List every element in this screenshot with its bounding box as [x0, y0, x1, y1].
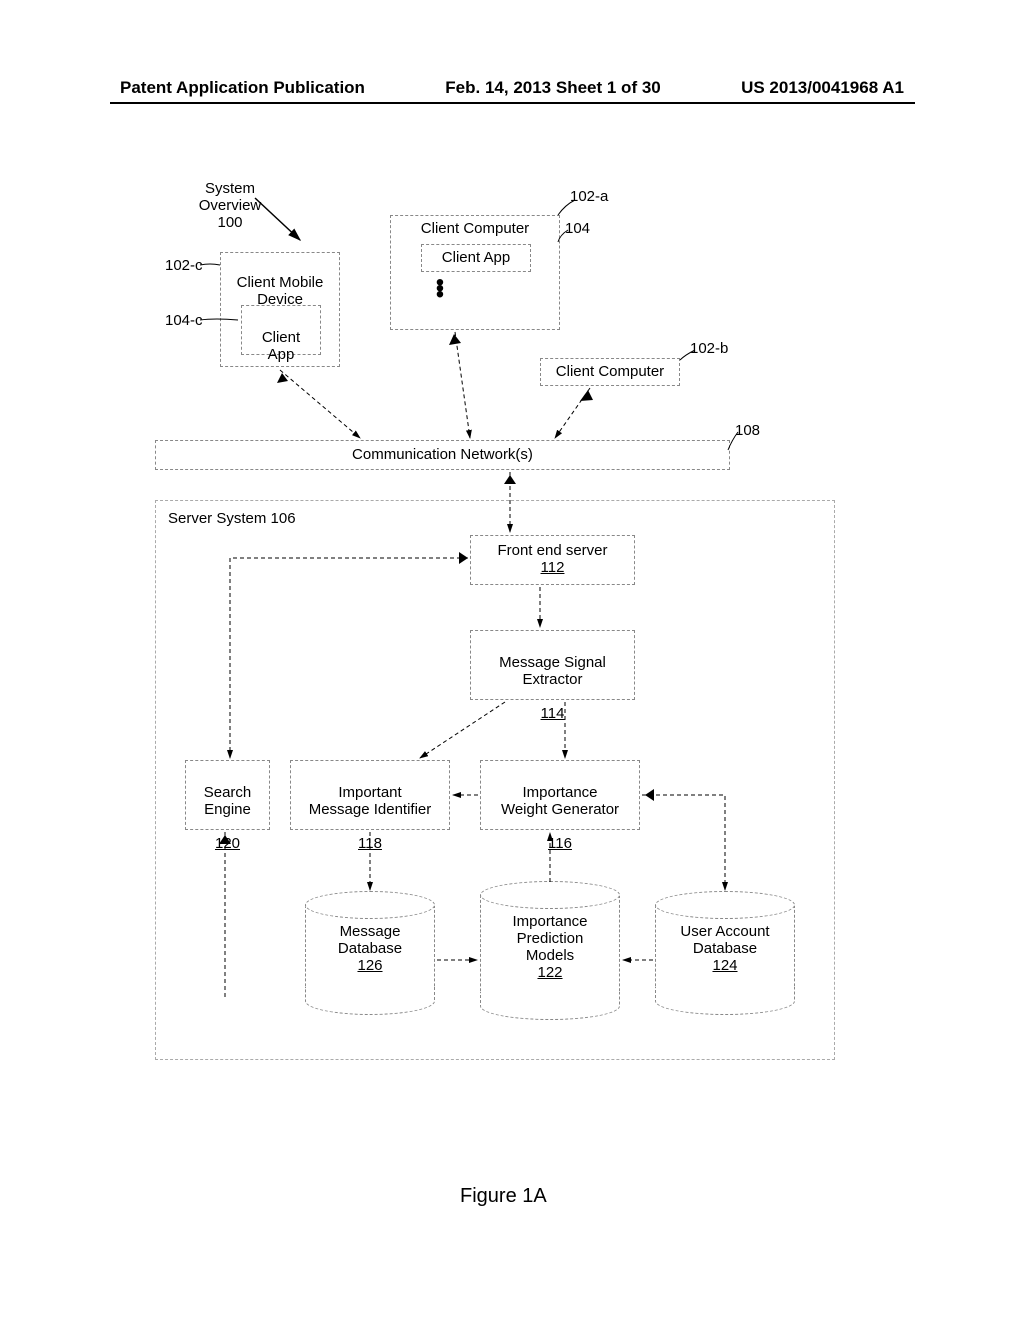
- ref-104: 104: [565, 220, 590, 237]
- front-end-box: Front end server 112: [470, 535, 635, 585]
- search-engine-box: Search Engine 120: [185, 760, 270, 830]
- system-overview-label: System Overview 100: [185, 180, 275, 231]
- client-computer-a-label: Client Computer: [421, 220, 529, 237]
- user-db-label: User Account Database: [655, 923, 795, 957]
- msg-extractor-label: Message Signal Extractor: [499, 654, 606, 688]
- header-right: US 2013/0041968 A1: [741, 78, 904, 98]
- front-end-num: 112: [541, 559, 565, 576]
- pred-models-num: 122: [480, 964, 620, 981]
- client-mobile-device-label: Client Mobile Device: [237, 274, 324, 308]
- ref-102a: 102-a: [570, 188, 608, 205]
- comm-network-label: Communication Network(s): [352, 446, 533, 463]
- pred-models-label: Importance Prediction Models: [480, 913, 620, 964]
- page-header: Patent Application Publication Feb. 14, …: [0, 78, 1024, 98]
- client-app-a-box: Client App: [421, 244, 531, 272]
- msg-db-cyl: Message Database 126: [305, 905, 435, 1015]
- msg-db-num: 126: [305, 957, 435, 974]
- msg-extractor-box: Message Signal Extractor 114: [470, 630, 635, 700]
- search-engine-label: Search Engine: [204, 784, 252, 818]
- user-db-num: 124: [655, 957, 795, 974]
- important-id-num: 118: [358, 835, 382, 852]
- client-app-a-label: Client App: [442, 249, 510, 266]
- ref-108: 108: [735, 422, 760, 439]
- weight-gen-num: 116: [548, 835, 572, 852]
- server-system-label: Server System 106: [168, 510, 296, 527]
- figure-caption: Figure 1A: [460, 1185, 547, 1208]
- comm-network-box: Communication Network(s): [155, 440, 730, 470]
- client-computer-b-label: Client Computer: [556, 363, 664, 380]
- client-app-inner-box: Client App: [241, 305, 321, 355]
- weight-gen-box: Importance Weight Generator 116: [480, 760, 640, 830]
- diagram-canvas: System Overview 100 102-a 104 102-c 104-…: [110, 160, 915, 1180]
- pred-models-cyl: Importance Prediction Models 122: [480, 895, 620, 1020]
- msg-extractor-num: 114: [541, 705, 565, 722]
- ellipsis-icon: •••: [435, 280, 445, 298]
- important-id-box: Important Message Identifier 118: [290, 760, 450, 830]
- client-mobile-device-box: Client Mobile Device Client App: [220, 252, 340, 367]
- front-end-label: Front end server: [497, 542, 607, 559]
- header-rule: [110, 102, 915, 104]
- header-center: Feb. 14, 2013 Sheet 1 of 30: [445, 78, 660, 98]
- client-computer-a-box: Client Computer Client App: [390, 215, 560, 330]
- ref-102b: 102-b: [690, 340, 728, 357]
- client-computer-b-box: Client Computer: [540, 358, 680, 386]
- ref-102c: 102-c: [165, 257, 203, 274]
- search-engine-num: 120: [215, 835, 240, 852]
- important-id-label: Important Message Identifier: [309, 784, 432, 818]
- user-db-cyl: User Account Database 124: [655, 905, 795, 1015]
- client-app-inner-label: Client App: [262, 329, 300, 363]
- msg-db-label: Message Database: [305, 923, 435, 957]
- ref-104c: 104-c: [165, 312, 203, 329]
- header-left: Patent Application Publication: [120, 78, 365, 98]
- weight-gen-label: Importance Weight Generator: [501, 784, 619, 818]
